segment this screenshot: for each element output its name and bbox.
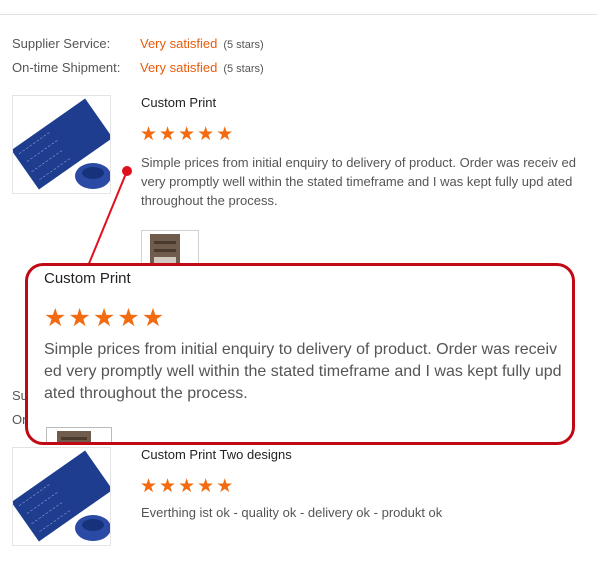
star-icon: ★ [117,304,140,332]
callout-stars: ★ ★ ★ ★ ★ [44,306,164,331]
star-icon: ★ [141,304,165,332]
callout-review-text: Simple prices from initial enquiry to de… [44,341,562,402]
callout-photo [46,427,112,442]
star-icon: ★ [92,304,116,332]
star-icon: ★ [68,304,91,332]
star-icon: ★ [44,304,67,332]
callout-title: Custom Print [44,270,131,287]
photo-thumbnail-icon [47,428,111,442]
zoom-callout: Custom Print ★ ★ ★ ★ ★ Simple prices from in… [25,263,575,445]
callout-anchor-dot [122,166,132,176]
